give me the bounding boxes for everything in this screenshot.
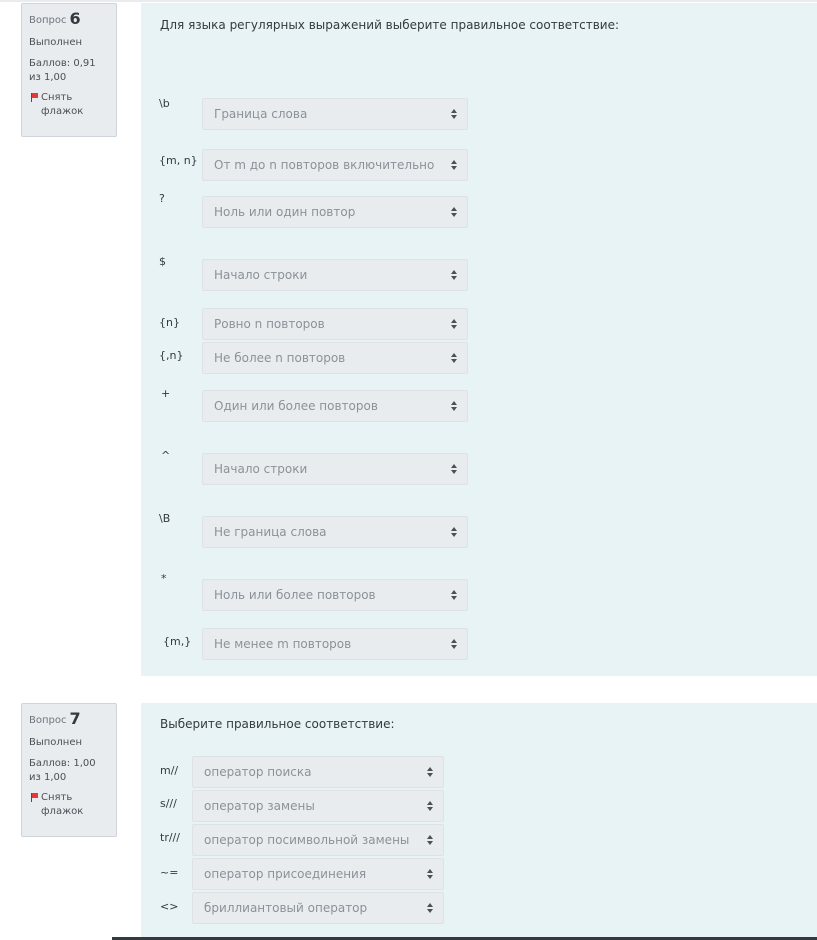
question-7-info: Вопрос 7 Выполнен Баллов: 1,00 из 1,00 Сн… [21, 703, 117, 837]
question-number: Вопрос 7 [29, 709, 109, 730]
match-label: {n} [159, 316, 180, 329]
select-arrows-icon [451, 590, 458, 601]
select-arrows-icon [451, 207, 458, 218]
match-label: {m, n} [159, 154, 198, 167]
match-label: {,n} [159, 349, 184, 362]
match-select[interactable]: Ровно n повторов [202, 308, 468, 340]
match-label: \b [159, 97, 170, 110]
select-arrows-icon [451, 160, 458, 171]
match-select[interactable]: Один или более повторов [202, 390, 468, 422]
question-7-content: Выберите правильное соответствие: m// оп… [141, 703, 817, 937]
match-select[interactable]: оператор посимвольной замены [192, 824, 444, 856]
match-label: <> [160, 900, 179, 913]
match-label: * [161, 572, 167, 585]
select-arrows-icon [451, 401, 458, 412]
select-arrows-icon [427, 801, 434, 812]
select-arrows-icon [427, 767, 434, 778]
match-label: {m,} [163, 635, 192, 648]
question-number-label: Вопрос [29, 715, 67, 726]
question-grade: Баллов: 0,91 из 1,00 [29, 58, 96, 83]
match-label: + [161, 387, 171, 400]
match-label: s/// [160, 797, 177, 810]
select-arrows-icon [451, 464, 458, 475]
question-number: Вопрос 6 [29, 9, 109, 30]
select-arrows-icon [427, 869, 434, 880]
question-text: Для языка регулярных выражений выберите … [160, 18, 620, 32]
flag-icon [31, 93, 38, 102]
select-arrows-icon [451, 639, 458, 650]
match-label: \B [159, 512, 171, 525]
remove-flag-label: Снять флажок [41, 792, 84, 817]
match-select[interactable]: оператор присоединения [192, 858, 444, 890]
match-select[interactable]: Ноль или один повтор [202, 196, 468, 228]
match-select[interactable]: От m до n повторов включительно [202, 149, 468, 181]
match-select[interactable]: Начало строки [202, 259, 468, 291]
match-label: ^ [161, 449, 171, 462]
match-label: tr/// [160, 831, 180, 844]
top-divider [0, 0, 817, 2]
select-arrows-icon [427, 903, 434, 914]
select-arrows-icon [451, 353, 458, 364]
question-grade: Баллов: 1,00 из 1,00 [29, 758, 96, 783]
select-arrows-icon [451, 527, 458, 538]
match-label: ? [159, 192, 165, 205]
match-select[interactable]: оператор замены [192, 790, 444, 822]
remove-flag-button[interactable]: Снять флажок [29, 91, 109, 119]
match-label: m// [160, 764, 179, 777]
match-select[interactable]: Не более n повторов [202, 342, 468, 374]
select-arrows-icon [451, 319, 458, 330]
select-arrows-icon [451, 109, 458, 120]
match-select[interactable]: Ноль или более повторов [202, 579, 468, 611]
match-select[interactable]: Не менее m повторов [202, 628, 468, 660]
match-select[interactable]: Не граница слова [202, 516, 468, 548]
match-label: ~= [160, 866, 179, 879]
select-arrows-icon [427, 835, 434, 846]
remove-flag-button[interactable]: Снять флажок [29, 791, 109, 819]
match-select[interactable]: оператор поиска [192, 756, 444, 788]
match-label: $ [159, 255, 166, 268]
select-arrows-icon [451, 270, 458, 281]
question-number-label: Вопрос [29, 15, 67, 26]
remove-flag-label: Снять флажок [41, 92, 84, 117]
question-state: Выполнен [29, 737, 83, 748]
question-text: Выберите правильное соответствие: [160, 717, 395, 731]
question-state: Выполнен [29, 37, 83, 48]
question-number-value: 7 [69, 709, 81, 728]
match-select[interactable]: Граница слова [202, 98, 468, 130]
question-number-value: 6 [69, 9, 81, 28]
match-select[interactable]: Начало строки [202, 453, 468, 485]
question-6-content: Для языка регулярных выражений выберите … [141, 3, 817, 676]
match-select[interactable]: бриллиантовый оператор [192, 892, 444, 924]
flag-icon [31, 793, 38, 802]
question-6-info: Вопрос 6 Выполнен Баллов: 0,91 из 1,00 Сн… [21, 3, 117, 137]
